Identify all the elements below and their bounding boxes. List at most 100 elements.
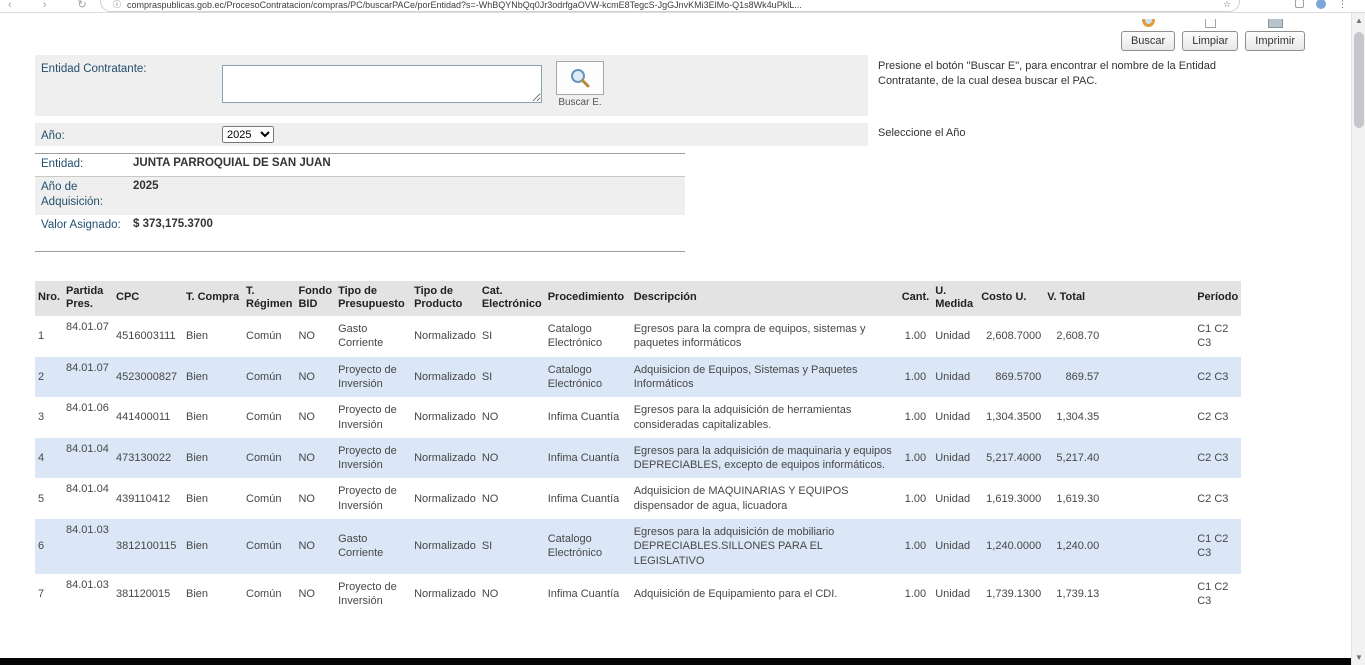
table-cell: 1 bbox=[35, 316, 63, 357]
table-cell: Bien bbox=[183, 574, 243, 615]
address-bar[interactable]: ⓘ compraspublicas.gob.ec/ProcesoContrata… bbox=[100, 0, 1240, 12]
table-cell: Normalizado bbox=[411, 438, 479, 479]
table-cell: 5,217.40 bbox=[1044, 438, 1102, 479]
table-row: 784.01.03381120015BienComúnNOProyecto de… bbox=[35, 574, 1241, 615]
entity-name-label: Entidad: bbox=[41, 157, 127, 173]
table-cell: Común bbox=[243, 519, 295, 574]
table-header-row: Nro.Partida Pres.CPCT. CompraT. RégimenF… bbox=[35, 281, 1241, 317]
scrollbar-thumb[interactable] bbox=[1354, 32, 1364, 128]
table-cell: NO bbox=[295, 357, 335, 398]
table-cell: 869.57 bbox=[1044, 357, 1102, 398]
bottom-bar bbox=[0, 658, 1351, 665]
table-cell: 869.5700 bbox=[978, 357, 1044, 398]
table-cell: 439110412 bbox=[113, 478, 183, 519]
table-cell: C2 C3 bbox=[1102, 397, 1241, 438]
table-cell: 3812100115 bbox=[113, 519, 183, 574]
browser-nav-buttons[interactable]: ‹ › ↻ bbox=[8, 0, 101, 11]
browser-menu-icon[interactable]: ⋮ bbox=[1338, 0, 1347, 10]
bookmark-star-icon[interactable]: ☆ bbox=[1223, 0, 1231, 10]
page-content: Buscar Limpiar Imprimir Entidad Contrata… bbox=[0, 13, 1351, 658]
table-cell: Infima Cuantía bbox=[545, 397, 631, 438]
year-select[interactable]: 2025 bbox=[222, 126, 274, 143]
vertical-scrollbar[interactable]: ▲ ▼ bbox=[1351, 13, 1365, 665]
table-cell: Adquisición de Equipamiento para el CDI. bbox=[631, 574, 899, 615]
table-cell: NO bbox=[479, 438, 545, 479]
column-header: CPC bbox=[113, 281, 183, 317]
table-cell: SI bbox=[479, 316, 545, 357]
column-header: T. Régimen bbox=[243, 281, 295, 317]
table-cell: Catalogo Electrónico bbox=[545, 316, 631, 357]
action-toolbar: Buscar Limpiar Imprimir bbox=[0, 19, 1305, 51]
table-row: 684.01.033812100115BienComúnNOGasto Corr… bbox=[35, 519, 1241, 574]
table-cell: 1.00 bbox=[899, 478, 933, 519]
column-header: Tipo de Presupuesto bbox=[335, 281, 411, 317]
entidad-input[interactable] bbox=[222, 65, 542, 103]
buscar-action[interactable]: Buscar bbox=[1121, 19, 1175, 51]
table-cell: 1,304.3500 bbox=[978, 397, 1044, 438]
table-cell: Proyecto de Inversión bbox=[335, 397, 411, 438]
table-cell: Proyecto de Inversión bbox=[335, 357, 411, 398]
table-cell: Unidad bbox=[932, 397, 978, 438]
table-cell: 84.01.07 bbox=[63, 316, 113, 357]
buscar-button[interactable]: Buscar bbox=[1121, 31, 1175, 51]
table-cell: 1,739.13 bbox=[1044, 574, 1102, 615]
limpiar-action[interactable]: Limpiar bbox=[1182, 19, 1238, 51]
table-cell: 473130022 bbox=[113, 438, 183, 479]
printer-icon bbox=[1268, 19, 1283, 30]
assigned-value-row: Valor Asignado: $ 373,175.3700 bbox=[35, 215, 685, 251]
table-cell: 1,619.30 bbox=[1044, 478, 1102, 519]
table-cell: Normalizado bbox=[411, 357, 479, 398]
anio-help-text: Seleccione el Año bbox=[868, 123, 1263, 146]
table-cell: 1,304.35 bbox=[1044, 397, 1102, 438]
column-header: Nro. bbox=[35, 281, 63, 317]
scroll-up-arrow[interactable]: ▲ bbox=[1352, 13, 1365, 28]
site-info-icon[interactable]: ⓘ bbox=[113, 0, 121, 10]
imprimir-action[interactable]: Imprimir bbox=[1245, 19, 1305, 51]
table-cell: Proyecto de Inversión bbox=[335, 478, 411, 519]
table-cell: Egresos para la adquisición de herramien… bbox=[631, 397, 899, 438]
table-cell: Normalizado bbox=[411, 478, 479, 519]
table-cell: Adquisicion de MAQUINARIAS Y EQUIPOS dis… bbox=[631, 478, 899, 519]
browser-chrome: ‹ › ↻ ⓘ compraspublicas.gob.ec/ProcesoCo… bbox=[0, 0, 1365, 13]
table-cell: 84.01.07 bbox=[63, 357, 113, 398]
table-cell: 3 bbox=[35, 397, 63, 438]
profile-avatar[interactable] bbox=[1316, 0, 1326, 9]
imprimir-button[interactable]: Imprimir bbox=[1245, 31, 1305, 51]
table-row: 284.01.074523000827BienComúnNOProyecto d… bbox=[35, 357, 1241, 398]
table-cell: Unidad bbox=[932, 574, 978, 615]
extensions-icon[interactable] bbox=[1295, 0, 1304, 8]
table-cell: 84.01.03 bbox=[63, 574, 113, 615]
table-cell: NO bbox=[295, 316, 335, 357]
buscar-e-label: Buscar E. bbox=[558, 97, 601, 108]
column-header: Cant. bbox=[899, 281, 933, 317]
anio-form-row: Año: 2025 Seleccione el Año bbox=[35, 123, 1307, 146]
column-header: Cat. Electrónico bbox=[479, 281, 545, 317]
table-cell: 5 bbox=[35, 478, 63, 519]
table-cell: 1.00 bbox=[899, 519, 933, 574]
table-cell: Común bbox=[243, 478, 295, 519]
table-cell: 1.00 bbox=[899, 316, 933, 357]
limpiar-button[interactable]: Limpiar bbox=[1182, 31, 1238, 51]
table-cell: 381120015 bbox=[113, 574, 183, 615]
table-cell: C1 C2 C3 bbox=[1102, 519, 1241, 574]
clear-icon bbox=[1205, 19, 1216, 30]
pac-table-body: 184.01.074516003111BienComúnNOGasto Corr… bbox=[35, 316, 1241, 614]
table-cell: 1,240.0000 bbox=[978, 519, 1044, 574]
table-cell: NO bbox=[479, 397, 545, 438]
table-cell: Normalizado bbox=[411, 519, 479, 574]
table-cell: 84.01.03 bbox=[63, 519, 113, 574]
table-cell: Bien bbox=[183, 397, 243, 438]
column-header: Costo U. bbox=[978, 281, 1044, 317]
column-header: Fondo BID bbox=[295, 281, 335, 317]
table-cell: NO bbox=[295, 397, 335, 438]
table-cell: Unidad bbox=[932, 438, 978, 479]
scroll-down-arrow[interactable]: ▼ bbox=[1352, 650, 1365, 665]
table-cell: 1,619.3000 bbox=[978, 478, 1044, 519]
table-cell: Bien bbox=[183, 438, 243, 479]
table-cell: Normalizado bbox=[411, 574, 479, 615]
entity-name-value: JUNTA PARROQUIAL DE SAN JUAN bbox=[127, 157, 331, 169]
table-cell: Normalizado bbox=[411, 316, 479, 357]
table-cell: Adquisicion de Equipos, Sistemas y Paque… bbox=[631, 357, 899, 398]
buscar-entidad-button[interactable]: Buscar E. bbox=[556, 61, 604, 108]
table-cell: Egresos para la compra de equipos, siste… bbox=[631, 316, 899, 357]
